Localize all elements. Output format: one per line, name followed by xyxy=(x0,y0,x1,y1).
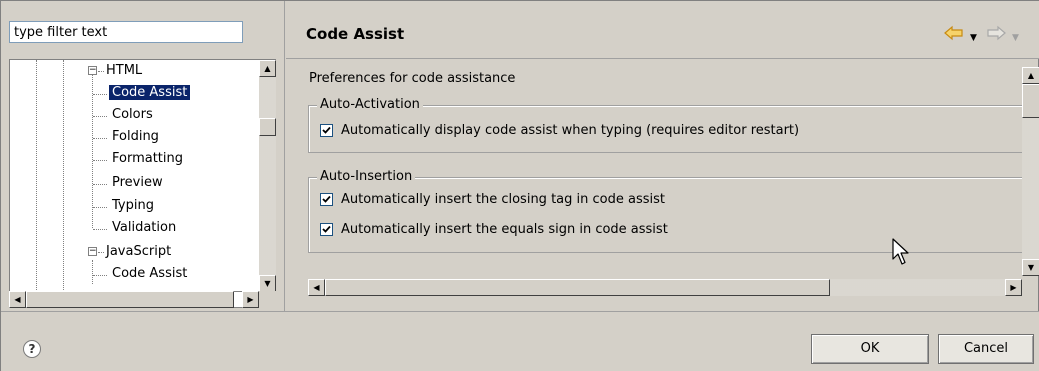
tree-item-label: Preview xyxy=(112,175,163,190)
tree-item-label: Code Assist xyxy=(109,85,191,100)
tree-item-colors[interactable]: Colors xyxy=(112,104,153,126)
tree-item-code-assist[interactable]: Code Assist xyxy=(109,82,191,104)
tree-item-validation[interactable]: Validation xyxy=(112,217,176,239)
tree-vertical-scrollbar[interactable]: ▲ ▼ xyxy=(259,59,276,292)
auto-insertion-group: Auto-Insertion Automatically insert the … xyxy=(308,169,1022,253)
auto-activation-group: Auto-Activation Automatically display co… xyxy=(308,97,1022,153)
page-description: Preferences for code assistance xyxy=(309,71,516,86)
forward-arrow-icon[interactable] xyxy=(986,25,1006,44)
content-vertical-scrollbar[interactable]: ▲ ▼ xyxy=(1022,59,1039,285)
back-arrow-icon[interactable] xyxy=(944,25,964,44)
tree-item-preview[interactable]: Preview xyxy=(112,172,163,194)
page-content: Preferences for code assistance Auto-Act… xyxy=(286,59,1022,285)
page-title: Code Assist xyxy=(306,25,405,43)
content-horizontal-scrollbar[interactable]: ◀ ▶ xyxy=(308,279,1022,296)
tree-item-folding[interactable]: Folding xyxy=(112,126,159,148)
dialog-button-bar: ? OK Cancel xyxy=(1,311,1039,371)
tree-item-typing[interactable]: Typing xyxy=(112,195,154,217)
tree-item-label: Colors xyxy=(112,107,153,122)
collapse-icon[interactable]: − xyxy=(88,247,97,256)
cancel-button[interactable]: Cancel xyxy=(938,334,1034,364)
tree-item-label: HTML xyxy=(106,63,143,78)
tree-guide-line xyxy=(36,60,37,291)
scroll-thumb[interactable] xyxy=(325,279,830,296)
scroll-left-icon[interactable]: ◀ xyxy=(308,279,325,296)
scroll-right-icon[interactable]: ▶ xyxy=(242,291,259,308)
tree-item-formatting[interactable]: Formatting xyxy=(112,148,183,170)
option-display-code-assist[interactable]: Automatically display code assist when t… xyxy=(320,121,799,139)
scroll-down-icon[interactable]: ▼ xyxy=(259,275,276,292)
tree-horizontal-scrollbar[interactable]: ◀ ▶ xyxy=(9,291,259,308)
option-insert-equals-sign[interactable]: Automatically insert the equals sign in … xyxy=(320,220,668,238)
tree-guide-line xyxy=(92,74,93,228)
mouse-cursor-icon xyxy=(892,238,910,270)
page-header: Code Assist ▼ ▼ xyxy=(286,1,1039,59)
tree-guide-line xyxy=(92,260,93,284)
group-title: Auto-Insertion xyxy=(317,169,416,185)
filter-input[interactable] xyxy=(9,21,243,43)
scroll-left-icon[interactable]: ◀ xyxy=(9,291,26,308)
scroll-corner xyxy=(259,291,276,308)
tree-guide-line xyxy=(63,60,64,291)
checkbox-label: Automatically insert the closing tag in … xyxy=(341,191,665,207)
collapse-icon[interactable]: − xyxy=(88,66,97,75)
scroll-thumb[interactable] xyxy=(26,291,234,308)
ok-button[interactable]: OK xyxy=(811,334,929,364)
scroll-up-icon[interactable]: ▲ xyxy=(259,60,276,77)
tree-item-label: Formatting xyxy=(112,151,184,166)
tree-item-label: Folding xyxy=(112,129,159,144)
tree-item-label: Validation xyxy=(112,220,177,235)
checkbox[interactable] xyxy=(320,192,333,206)
preference-tree-panel: − HTML Code Assist Colors Folding Format… xyxy=(1,1,285,311)
back-dropdown-icon[interactable]: ▼ xyxy=(970,30,977,46)
tree-item-label: Code Assist xyxy=(112,266,188,281)
scroll-up-icon[interactable]: ▲ xyxy=(1022,67,1039,84)
preference-tree: − HTML Code Assist Colors Folding Format… xyxy=(9,59,259,291)
preference-page: Code Assist ▼ ▼ Preferences for code ass… xyxy=(286,1,1039,311)
preferences-dialog: − HTML Code Assist Colors Folding Format… xyxy=(0,0,1039,371)
scroll-thumb[interactable] xyxy=(1022,84,1039,118)
checkbox[interactable] xyxy=(320,222,333,236)
tree-item-js-code-assist[interactable]: Code Assist xyxy=(112,263,187,285)
scroll-down-icon[interactable]: ▼ xyxy=(1022,259,1039,276)
scroll-thumb[interactable] xyxy=(259,118,276,136)
forward-dropdown-icon[interactable]: ▼ xyxy=(1012,30,1019,46)
group-title: Auto-Activation xyxy=(317,97,423,113)
option-insert-closing-tag[interactable]: Automatically insert the closing tag in … xyxy=(320,190,665,208)
checkbox-label: Automatically display code assist when t… xyxy=(341,122,800,138)
tree-item-label: JavaScript xyxy=(106,244,172,259)
scroll-right-icon[interactable]: ▶ xyxy=(1005,279,1022,296)
tree-item-label: Typing xyxy=(112,198,154,213)
checkbox[interactable] xyxy=(320,123,333,137)
help-icon[interactable]: ? xyxy=(23,340,41,358)
checkbox-label: Automatically insert the equals sign in … xyxy=(341,221,668,237)
